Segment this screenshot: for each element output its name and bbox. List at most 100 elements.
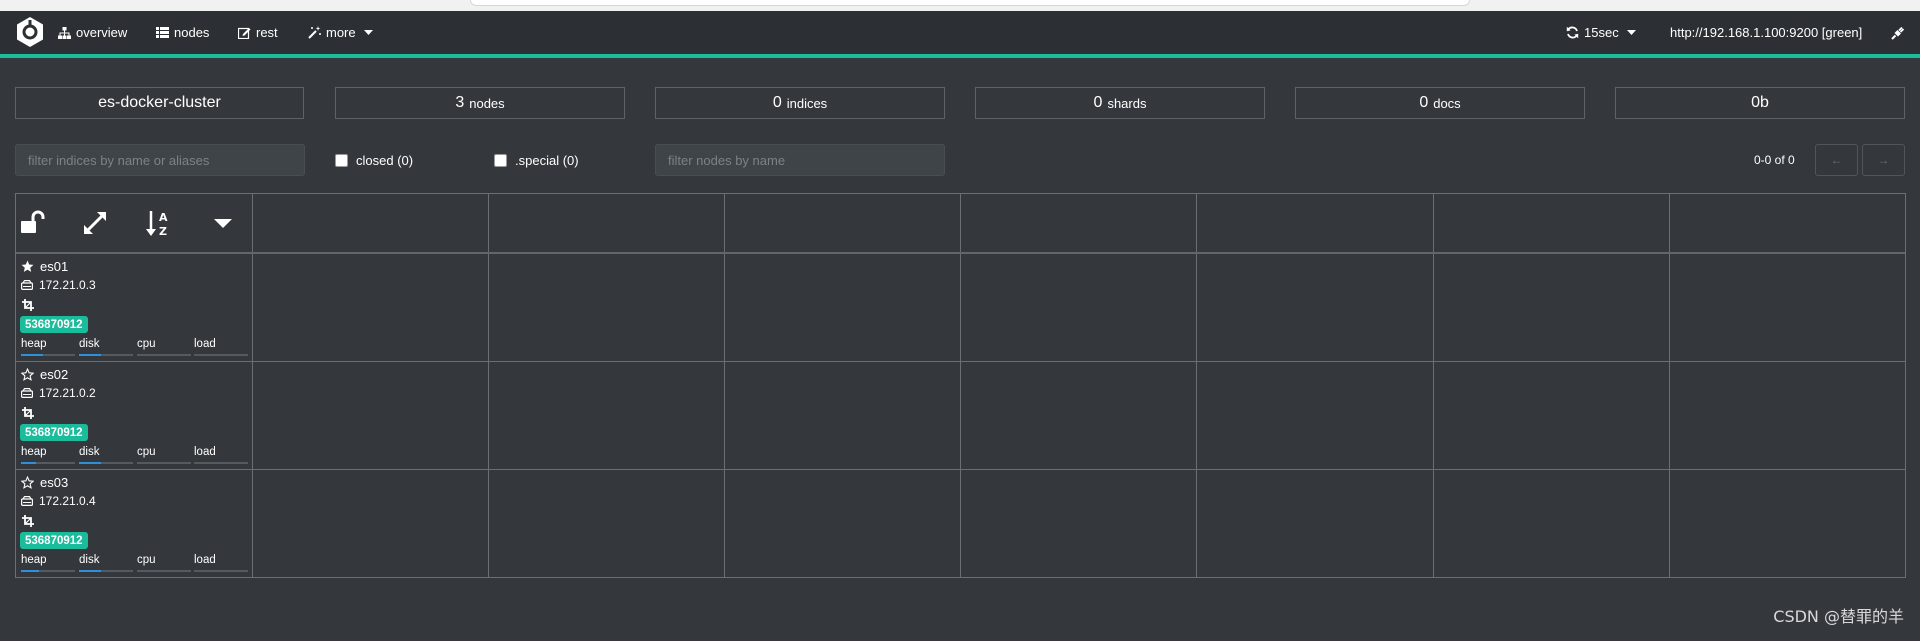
top-navbar: overview nodes rest more 15sec http://19…	[0, 11, 1920, 54]
metric-track	[194, 354, 248, 356]
refresh-interval-label: 15sec	[1584, 25, 1619, 40]
cluster-name-box: es-docker-cluster	[15, 87, 304, 119]
docs-count-box: 0 docs	[1295, 87, 1585, 119]
node-cell-es02[interactable]: es02 172.21.0.2 536870912 heap disk cpu	[16, 362, 252, 470]
wand-icon	[308, 26, 321, 39]
node-cell-es01[interactable]: es01 172.21.0.3 536870912 heap disk cpu	[16, 254, 252, 362]
node-heap-badge: 536870912	[20, 424, 88, 441]
grid-row-divider	[16, 361, 1905, 362]
cluster-connection-url[interactable]: http://192.168.1.100:9200 [green]	[1670, 11, 1862, 54]
metric-label: cpu	[137, 446, 156, 458]
cerebro-logo-icon[interactable]	[14, 16, 46, 48]
prev-arrow: ←	[1830, 153, 1843, 167]
node-name-row: es01	[21, 259, 68, 274]
node-name-row: es02	[21, 367, 68, 382]
metric-label: load	[194, 446, 216, 458]
cluster-name: es-docker-cluster	[98, 94, 221, 111]
node-ip-row: 172.21.0.2	[21, 386, 96, 400]
node-ip-row: 172.21.0.3	[21, 278, 96, 292]
watermark: CSDN @替罪的羊	[1773, 607, 1904, 626]
nav-overview[interactable]: overview	[58, 11, 127, 54]
metric-track	[21, 354, 75, 356]
svg-text:A: A	[159, 211, 168, 224]
metric-disk: disk	[79, 446, 133, 464]
metric-track	[79, 570, 133, 572]
metric-label: heap	[21, 338, 47, 350]
metric-track	[21, 570, 75, 572]
plug-icon	[1891, 26, 1905, 40]
expand-icon[interactable]	[80, 208, 110, 238]
node-name-row: es03	[21, 475, 68, 490]
metric-load: load	[194, 446, 248, 464]
size-box: 0b	[1615, 87, 1905, 119]
nodes-count-box: 3 nodes	[335, 87, 625, 119]
size-value: 0b	[1751, 94, 1769, 111]
metric-disk: disk	[79, 338, 133, 356]
node-cell-es03[interactable]: es03 172.21.0.4 536870912 heap disk cpu	[16, 470, 252, 578]
nodes-count-label: nodes	[469, 95, 505, 111]
next-arrow: →	[1877, 153, 1890, 167]
list-icon	[156, 27, 169, 38]
crop-icon	[22, 407, 34, 419]
closed-checkbox-box[interactable]	[335, 154, 348, 167]
edit-icon	[238, 27, 251, 39]
closed-indices-checkbox[interactable]: closed (0)	[335, 153, 413, 168]
shards-count-box: 0 shards	[975, 87, 1265, 119]
sitemap-icon	[58, 26, 71, 39]
hdd-icon	[21, 388, 33, 398]
special-checkbox-box[interactable]	[494, 154, 507, 167]
metric-track	[79, 462, 133, 464]
pagination-prev-button[interactable]: ←	[1815, 144, 1858, 176]
docs-count-label: docs	[1433, 95, 1461, 111]
nav-overview-label: overview	[76, 25, 128, 40]
metric-fill	[79, 354, 101, 356]
node-ip: 172.21.0.2	[39, 386, 96, 400]
pagination-next-button[interactable]: →	[1862, 144, 1905, 176]
node-heap-badge: 536870912	[20, 532, 88, 549]
nav-rest[interactable]: rest	[238, 11, 278, 54]
node-heap-badge: 536870912	[20, 316, 88, 333]
metric-label: load	[194, 554, 216, 566]
nav-more-label: more	[326, 25, 356, 40]
metric-fill	[79, 570, 101, 572]
metric-heap: heap	[21, 554, 75, 572]
indices-count-label: indices	[786, 95, 828, 111]
metric-cpu: cpu	[137, 338, 191, 356]
docs-count-value: 0	[1419, 94, 1429, 111]
special-indices-checkbox[interactable]: .special (0)	[494, 153, 579, 168]
closed-checkbox-label: closed (0)	[356, 153, 414, 168]
caret-down-icon[interactable]	[208, 208, 238, 238]
node-name: es02	[40, 367, 69, 382]
disconnect-button[interactable]	[1891, 11, 1905, 54]
indices-count-value: 0	[772, 94, 782, 111]
browser-chrome-strip	[0, 0, 1920, 11]
metric-load: load	[194, 338, 248, 356]
metric-track	[79, 354, 133, 356]
node-ip: 172.21.0.4	[39, 494, 96, 508]
metric-label: disk	[79, 446, 100, 458]
filter-indices-input[interactable]	[15, 144, 305, 176]
hdd-icon	[21, 280, 33, 290]
metric-label: heap	[21, 446, 47, 458]
nodes-count-value: 3	[455, 94, 465, 111]
metric-track	[194, 570, 248, 572]
grid-row-divider	[16, 469, 1905, 470]
metric-cpu: cpu	[137, 446, 191, 464]
sort-alpha-icon[interactable]: A Z	[145, 208, 175, 238]
unlock-icon[interactable]	[19, 208, 49, 238]
node-ip: 172.21.0.3	[39, 278, 96, 292]
node-name: es01	[40, 259, 69, 274]
metric-fill	[79, 462, 101, 464]
nav-more-dropdown[interactable]: more	[308, 11, 373, 54]
shards-count-value: 0	[1093, 94, 1103, 111]
metric-label: heap	[21, 554, 47, 566]
shards-count-label: shards	[1107, 95, 1147, 111]
metric-cpu: cpu	[137, 554, 191, 572]
svg-text:Z: Z	[159, 225, 167, 238]
refresh-interval-dropdown[interactable]: 15sec	[1566, 11, 1636, 54]
star-outline-icon	[21, 368, 34, 381]
metric-track	[137, 354, 191, 356]
filter-nodes-input[interactable]	[655, 144, 945, 176]
metric-fill	[21, 570, 40, 572]
nav-nodes[interactable]: nodes	[156, 11, 209, 54]
